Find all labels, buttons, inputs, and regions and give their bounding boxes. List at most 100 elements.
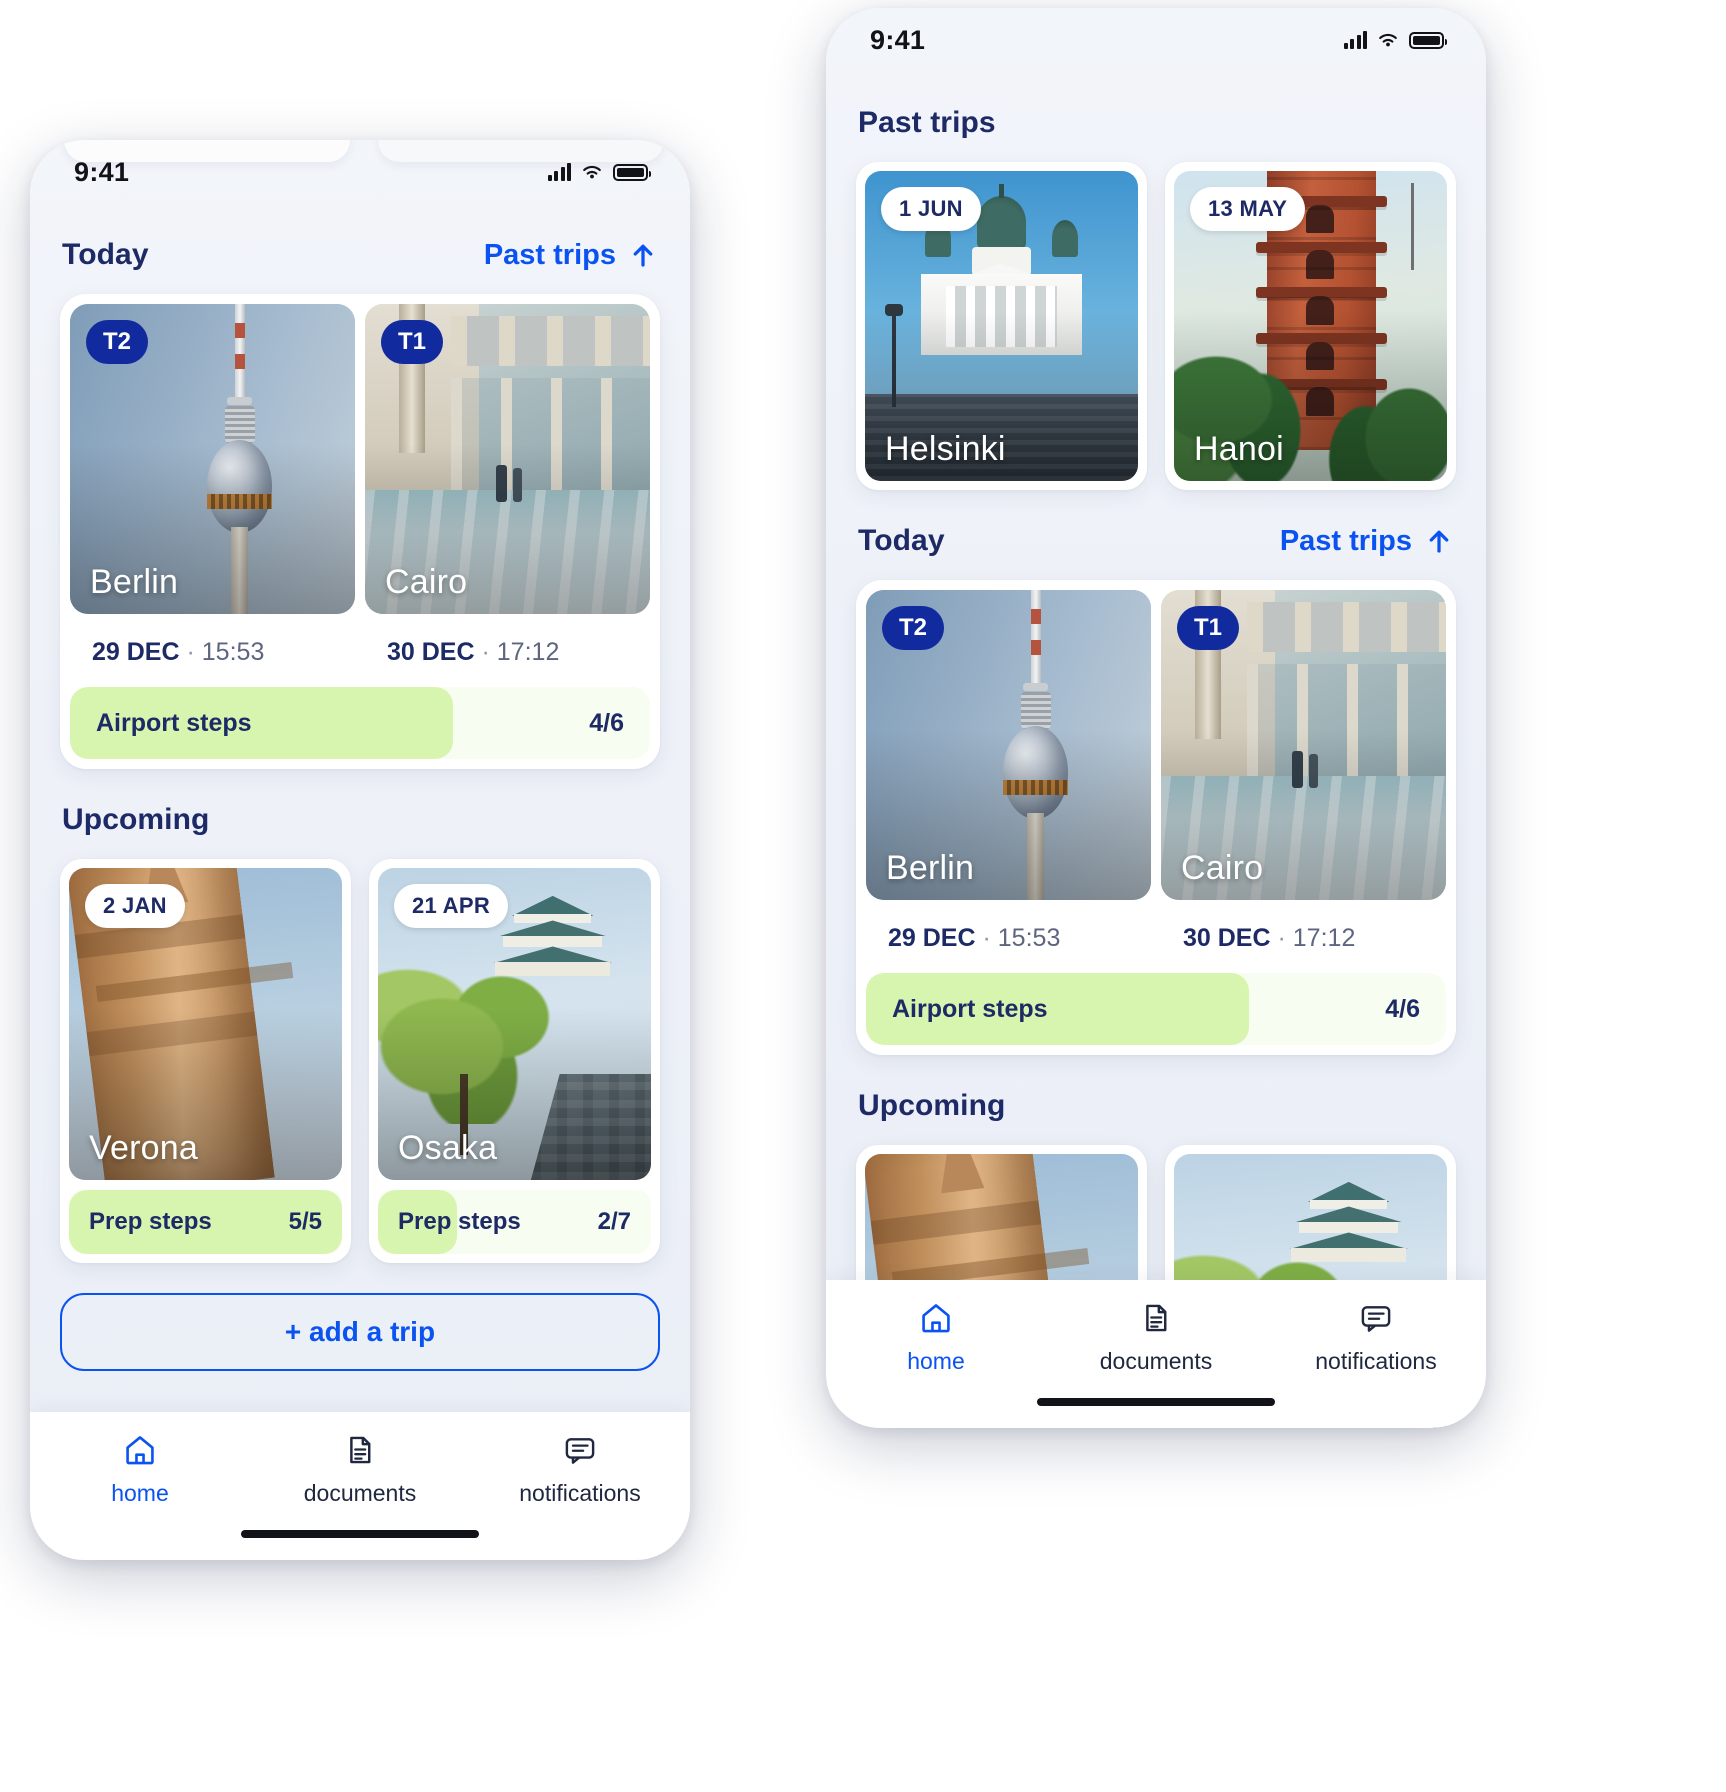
- today-tiles: T2 Berlin T1 Cairo: [866, 590, 1446, 900]
- verona-photo: 2 JAN Verona: [69, 868, 342, 1180]
- trip-date: 30 DEC: [1183, 924, 1271, 952]
- terminal-badge: T2: [86, 320, 148, 364]
- home-icon: [123, 1430, 157, 1470]
- home-indicator: [241, 1530, 479, 1538]
- city-name: Hanoi: [1194, 430, 1284, 468]
- tab-documents[interactable]: documents: [1066, 1298, 1246, 1375]
- prep-steps-progress[interactable]: Prep steps 2/7: [378, 1190, 651, 1254]
- app-screen-left: 9:41 Today Past trips T2 Berlin T1 Cairo…: [30, 140, 690, 1560]
- trip-tile-cairo[interactable]: T1 Cairo: [365, 304, 650, 614]
- documents-icon: [1140, 1298, 1172, 1338]
- berlin-photo: T2 Berlin: [70, 304, 355, 614]
- upcoming-card-osaka[interactable]: 21 APR Osaka Prep steps 2/7: [369, 859, 660, 1263]
- trip-tile-berlin[interactable]: T2 Berlin: [70, 304, 355, 614]
- past-trips-cards: 1 JUN Helsinki 13 MAY Hanoi: [856, 162, 1456, 490]
- trip-date: 30 DEC: [387, 638, 475, 666]
- tab-label: home: [111, 1480, 169, 1506]
- phone-mockup-right: 9:41 Past trips 1 JUN Helsinki 13 MAY Ha…: [826, 8, 1486, 1428]
- date-badge: 13 MAY: [1190, 187, 1306, 231]
- battery-icon: [613, 163, 651, 181]
- today-section-header: Today Past trips: [60, 204, 660, 294]
- arrow-up-icon: [1424, 526, 1454, 556]
- bottom-tab-bar: home documents notifications: [826, 1280, 1486, 1428]
- add-trip-button[interactable]: + add a trip: [60, 1293, 660, 1371]
- terminal-badge: T1: [381, 320, 443, 364]
- today-section-header: Today Past trips: [856, 490, 1456, 580]
- notifications-icon: [563, 1430, 597, 1470]
- trip-datetime-cairo: 30 DEC · 17:12: [365, 638, 650, 667]
- upcoming-card-verona[interactable]: 2 JAN Verona Prep steps 5/5: [60, 859, 351, 1263]
- trip-tile-berlin[interactable]: T2 Berlin: [866, 590, 1151, 900]
- past-trips-title: Past trips: [858, 106, 996, 139]
- phone-mockup-left: 9:41 Today Past trips T2 Berlin T1 Cairo…: [30, 140, 690, 1560]
- screenshot-stage: 9:41 Today Past trips T2 Berlin T1 Cairo…: [0, 0, 1726, 1792]
- upcoming-title: Upcoming: [858, 1089, 1006, 1122]
- trip-time: 15:53: [997, 924, 1061, 952]
- berlin-photo: T2 Berlin: [866, 590, 1151, 900]
- status-bar: 9:41: [30, 140, 690, 204]
- status-icons: [547, 163, 651, 181]
- trip-date: 29 DEC: [888, 924, 976, 952]
- home-icon: [919, 1298, 953, 1338]
- cairo-photo: T1 Cairo: [365, 304, 650, 614]
- past-card-hanoi[interactable]: 13 MAY Hanoi: [1165, 162, 1456, 490]
- past-trips-label: Past trips: [1279, 524, 1412, 557]
- upcoming-title: Upcoming: [62, 803, 210, 836]
- steps-count: 5/5: [288, 1208, 322, 1235]
- past-card-helsinki[interactable]: 1 JUN Helsinki: [856, 162, 1147, 490]
- city-name: Verona: [89, 1129, 198, 1167]
- tab-documents[interactable]: documents: [270, 1430, 450, 1507]
- trip-tile-cairo[interactable]: T1 Cairo: [1161, 590, 1446, 900]
- terminal-badge: T1: [1177, 606, 1239, 650]
- date-badge: 1 JUN: [881, 187, 981, 231]
- trip-datetime-cairo: 30 DEC · 17:12: [1161, 924, 1446, 953]
- arrow-up-icon: [628, 240, 658, 270]
- trip-date: 29 DEC: [92, 638, 180, 666]
- osaka-photo: 21 APR Osaka: [378, 868, 651, 1180]
- tab-home[interactable]: home: [50, 1430, 230, 1507]
- tab-notifications[interactable]: notifications: [1286, 1298, 1466, 1375]
- tab-label: notifications: [1315, 1348, 1437, 1374]
- separator: ·: [186, 638, 195, 666]
- status-time: 9:41: [74, 156, 130, 187]
- prep-steps-progress[interactable]: Prep steps 5/5: [69, 1190, 342, 1254]
- today-title: Today: [62, 238, 149, 271]
- steps-label: Airport steps: [96, 708, 252, 737]
- wifi-icon: [1376, 31, 1400, 49]
- separator: ·: [982, 924, 991, 952]
- upcoming-section-header: Upcoming: [60, 769, 660, 859]
- tab-notifications[interactable]: notifications: [490, 1430, 670, 1507]
- steps-count: 2/7: [597, 1208, 631, 1235]
- city-name: Berlin: [90, 563, 179, 601]
- airport-steps-progress[interactable]: Airport steps 4/6: [70, 687, 650, 759]
- steps-label: Prep steps: [398, 1208, 521, 1235]
- status-icons: [1343, 31, 1447, 49]
- today-meta-row: 29 DEC · 15:53 30 DEC · 17:12: [866, 900, 1446, 973]
- city-name: Cairo: [1181, 849, 1264, 887]
- city-name: Berlin: [886, 849, 975, 887]
- wifi-icon: [580, 163, 604, 181]
- helsinki-photo: 1 JUN Helsinki: [865, 171, 1138, 481]
- today-trip-card[interactable]: T2 Berlin T1 Cairo 29 DEC · 15:53 30 DEC…: [60, 294, 660, 769]
- cellular-signal-icon: [547, 163, 571, 181]
- status-time: 9:41: [870, 24, 926, 55]
- date-badge: 2 JAN: [85, 884, 185, 928]
- tab-label: home: [907, 1348, 965, 1374]
- separator: ·: [481, 638, 490, 666]
- steps-count: 4/6: [589, 708, 624, 737]
- past-trips-link[interactable]: Past trips: [1280, 525, 1454, 558]
- upcoming-cards: 2 JAN Verona Prep steps 5/5 21 APR Osaka…: [60, 859, 660, 1263]
- tab-home[interactable]: home: [846, 1298, 1026, 1375]
- trip-time: 17:12: [496, 638, 560, 666]
- today-trip-card[interactable]: T2 Berlin T1 Cairo 29 DEC · 15:53 30 DEC…: [856, 580, 1456, 1055]
- trip-datetime-berlin: 29 DEC · 15:53: [70, 638, 355, 667]
- today-meta-row: 29 DEC · 15:53 30 DEC · 17:12: [70, 614, 650, 687]
- notifications-icon: [1359, 1298, 1393, 1338]
- past-trips-link[interactable]: Past trips: [484, 239, 658, 272]
- city-name: Helsinki: [885, 430, 1006, 468]
- airport-steps-progress[interactable]: Airport steps 4/6: [866, 973, 1446, 1045]
- separator: ·: [1277, 924, 1286, 952]
- status-bar: 9:41: [826, 8, 1486, 72]
- left-content: Today Past trips T2 Berlin T1 Cairo 29 D…: [30, 204, 690, 1371]
- right-content: Past trips 1 JUN Helsinki 13 MAY Hanoi T…: [826, 72, 1486, 1428]
